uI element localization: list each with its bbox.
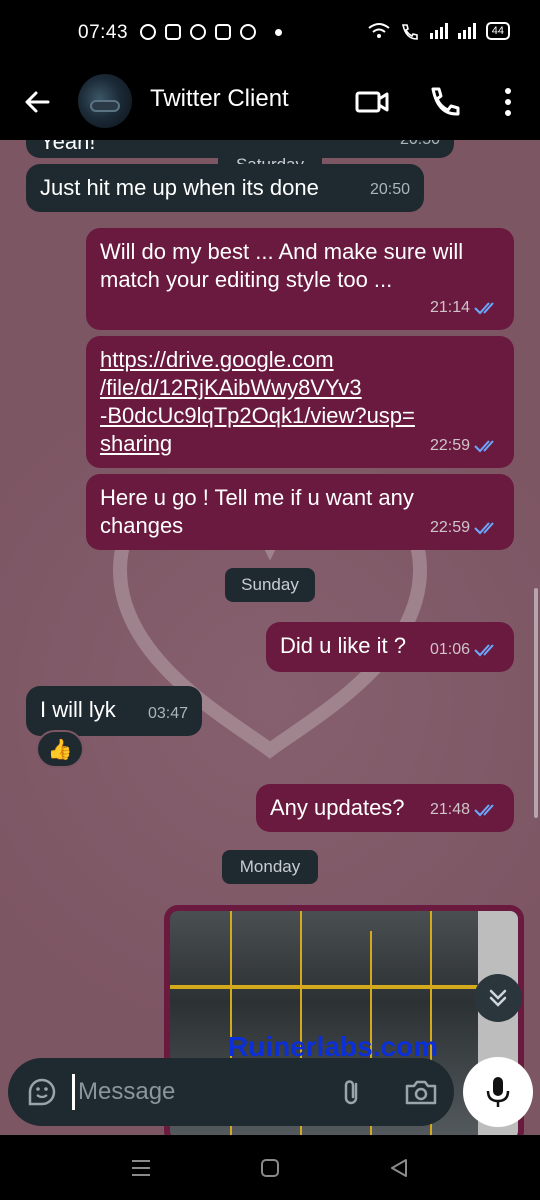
paperclip-icon[interactable] [336,1076,368,1108]
back-arrow-icon[interactable] [18,82,58,122]
wifi-icon [368,23,390,38]
scrollbar[interactable] [534,588,538,818]
voice-message-button[interactable] [463,1057,533,1127]
signal-icon [457,23,476,39]
back-icon[interactable] [386,1155,412,1181]
message-meta: 01:06 [430,636,500,664]
message-bubble-outgoing[interactable]: https://drive.google.com /file/d/12RjKAi… [86,336,514,468]
camera-icon[interactable] [404,1076,438,1108]
notification-icons [140,24,282,40]
double-check-icon [474,522,494,535]
dot-icon [275,28,282,36]
system-nav-bar [0,1135,540,1200]
home-icon[interactable] [257,1155,283,1181]
chat-area[interactable]: Yeah! 20:50 Saturday Just hit me up when… [0,140,540,1135]
reaction-badge[interactable]: 👍 [36,730,84,768]
link-line: -B0dcUc9lqTp2Oqk1/view?usp= [100,403,415,428]
instagram-icon [165,24,181,40]
emoji-sticker-icon[interactable] [26,1076,58,1108]
link-line: https://drive.google.com [100,347,334,372]
message-text: Yeah! [40,140,96,154]
double-check-icon [474,644,494,657]
message-input[interactable] [78,1072,318,1112]
thumbs-up-icon: 👍 [47,738,73,761]
message-text: Any updates? [270,795,405,820]
message-text: Will do my best ... And make sure will m… [100,239,464,292]
link-line: /file/d/12RjKAibWwy8VYv3 [100,375,362,400]
battery-icon: 44 [485,22,510,40]
message-bubble-outgoing[interactable]: Will do my best ... And make sure will m… [86,228,514,330]
double-check-icon [474,440,494,453]
microphone-icon [486,1077,510,1107]
status-bar: 07:43 44 [0,0,540,68]
message-meta: 21:48 [430,796,500,824]
avatar[interactable] [78,74,132,128]
message-bubble-outgoing[interactable]: Here u go ! Tell me if u want any change… [86,474,514,550]
message-bubble-incoming[interactable]: I will lyk 03:47 [26,686,202,736]
recents-icon[interactable] [128,1155,154,1181]
signal-icon [429,23,448,39]
message-time: 22:59 [429,437,470,454]
message-time: 01:06 [429,641,470,658]
app-grid-icon [215,24,231,40]
message-meta: 22:59 [430,432,500,460]
message-text: Here u go ! Tell me if u want any change… [100,485,414,538]
message-time: 20:50 [369,181,410,198]
double-chevron-down-icon [489,989,507,1007]
contact-name[interactable]: Twitter Client [150,85,289,113]
call-icon [401,24,418,40]
message-meta: 21:14 [430,294,500,322]
message-text: I will lyk [40,697,116,722]
snapchat-icon [140,24,156,40]
message-time: 03:47 [147,705,188,722]
date-chip-sunday: Sunday [225,568,315,602]
message-time: 20:50 [400,140,440,154]
double-check-icon [474,302,494,315]
message-text: Just hit me up when its done [40,175,319,200]
more-vertical-icon[interactable] [488,82,528,122]
system-icons: 44 [368,22,510,40]
chat-header: Twitter Client [0,68,540,140]
message-meta: 22:59 [430,514,500,542]
text-cursor [72,1074,75,1110]
message-time: 21:14 [429,299,470,316]
message-time: 21:48 [429,801,470,818]
video-call-icon[interactable] [352,82,392,122]
date-chip-monday: Monday [222,850,318,884]
scroll-to-bottom-button[interactable] [474,974,522,1022]
message-composer [8,1058,454,1126]
motorbike-image [90,100,120,112]
status-time: 07:43 [78,22,129,43]
message-time: 22:59 [429,519,470,536]
ghost-icon [240,24,256,40]
double-check-icon [474,804,494,817]
facebook-icon [190,24,206,40]
message-bubble-incoming[interactable]: Just hit me up when its done 20:50 [26,164,424,212]
message-text: Did u like it ? [280,633,406,658]
message-bubble-outgoing[interactable]: Did u like it ? 01:06 [266,622,514,672]
phone-icon[interactable] [424,82,464,122]
message-bubble-outgoing[interactable]: Any updates? 21:48 [256,784,514,832]
